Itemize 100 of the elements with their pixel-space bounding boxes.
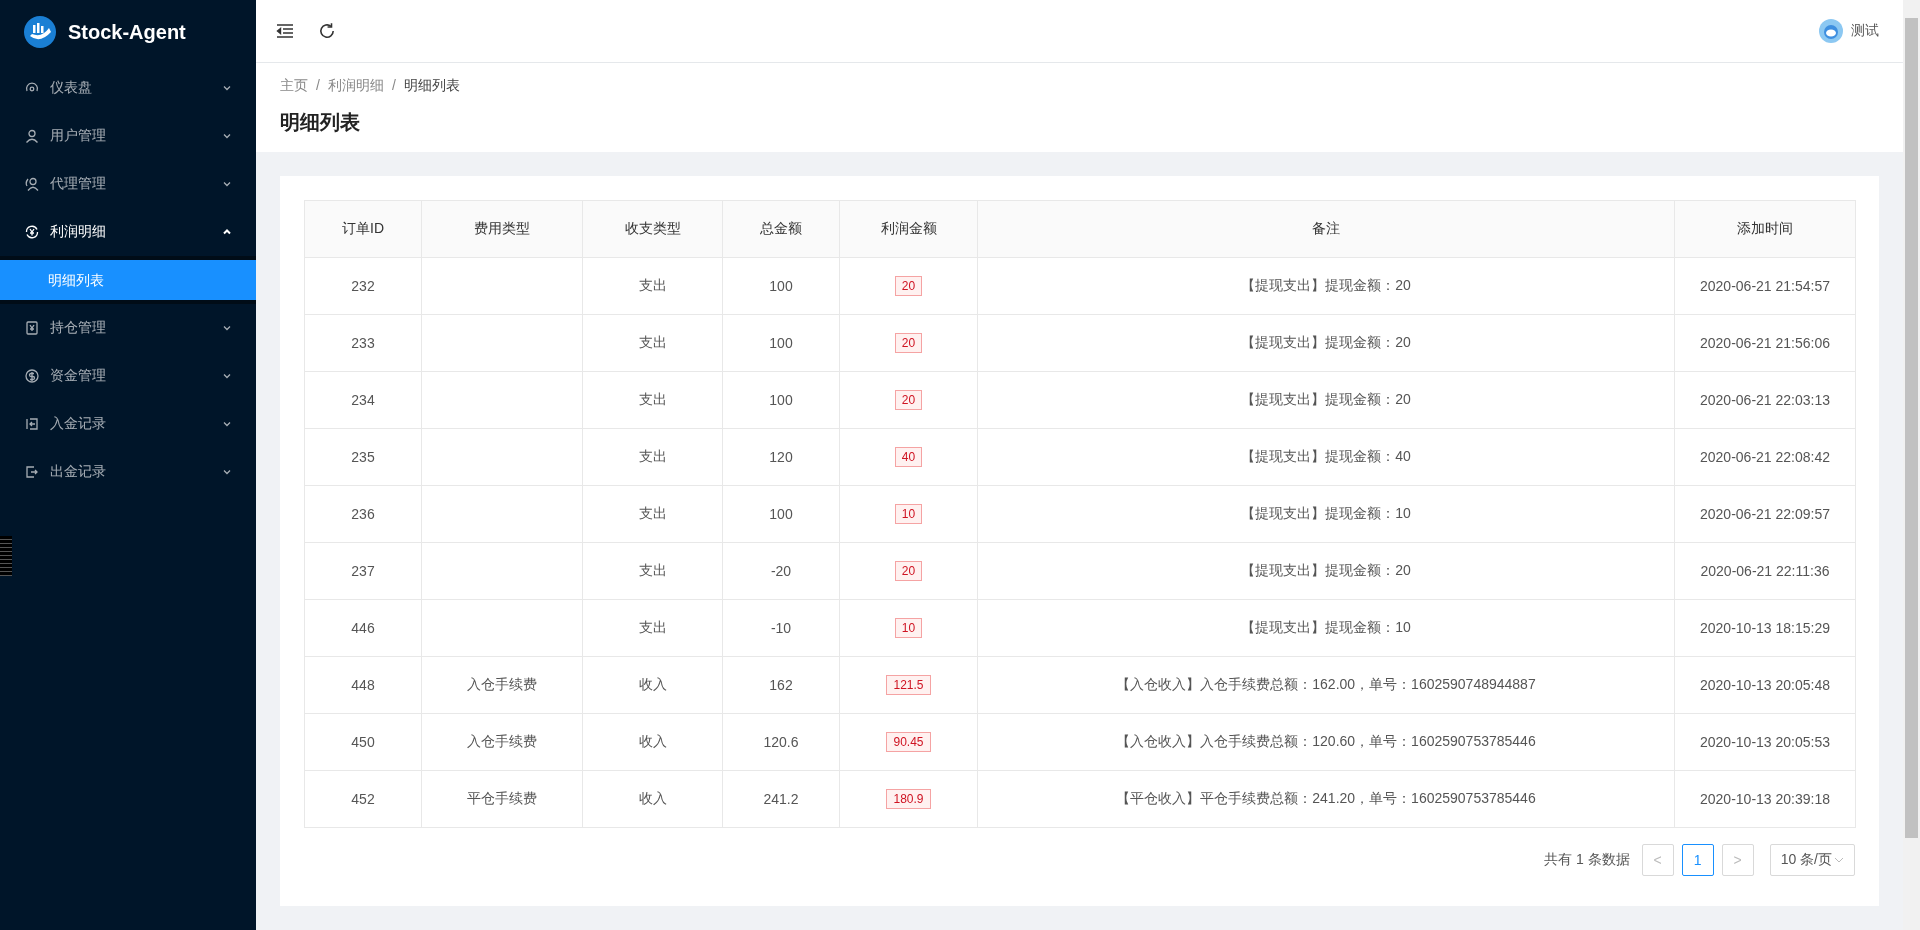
amount-tag: 10: [894, 618, 923, 638]
column-header: 订单ID: [304, 200, 422, 258]
table-cell: 233: [304, 314, 422, 372]
page-title: 明细列表: [280, 110, 361, 135]
sidebar-item[interactable]: 利润明细: [0, 208, 256, 256]
chevron-down-icon: [222, 419, 232, 429]
amount-tag: 20: [894, 276, 923, 296]
breadcrumb-separator: /: [316, 77, 320, 95]
enter-icon: [24, 416, 40, 432]
sidebar-item[interactable]: 资金管理: [0, 352, 256, 400]
logo-icon: [24, 16, 56, 48]
refresh-icon[interactable]: [318, 22, 336, 40]
brand-title: Stock-Agent: [68, 20, 186, 44]
table-cell: 收入: [582, 713, 723, 771]
chevron-down-icon: [222, 83, 232, 93]
table-cell: 支出: [582, 542, 723, 600]
breadcrumb-item: 明细列表: [403, 77, 460, 95]
chevron-down-icon: [222, 371, 232, 381]
table-cell: 2020-10-13 20:05:48: [1674, 656, 1856, 714]
sidebar-item[interactable]: 仪表盘: [0, 64, 256, 112]
table-cell: 162: [722, 656, 840, 714]
yen-cycle-icon: [24, 224, 40, 240]
table-cell: 100: [722, 371, 840, 429]
table-cell: 入仓手续费: [421, 656, 583, 714]
sidebar-item[interactable]: 持仓管理: [0, 304, 256, 352]
table-cell: 【入仓收入】入仓手续费总额：120.60，单号：1602590753785446: [977, 713, 1675, 771]
sidebar-item[interactable]: 用户管理: [0, 112, 256, 160]
table-cell: 100: [722, 257, 840, 315]
menu-fold-icon[interactable]: [276, 22, 294, 40]
chevron-down-icon: [222, 323, 232, 333]
table-cell: 支出: [582, 371, 723, 429]
table-cell: 2020-06-21 21:54:57: [1674, 257, 1856, 315]
table-cell: 2020-10-13 18:15:29: [1674, 599, 1856, 657]
table-cell: 【入仓收入】入仓手续费总额：162.00，单号：1602590748944887: [977, 656, 1675, 714]
table-cell: 收入: [582, 656, 723, 714]
total-count: 共有 1 条数据: [1544, 851, 1630, 869]
scrollbar[interactable]: [1903, 0, 1920, 930]
table-cell: 支出: [582, 599, 723, 657]
table-cell: 235: [304, 428, 422, 486]
amount-tag: 20: [894, 390, 923, 410]
chevron-down-icon: [222, 131, 232, 141]
table-cell: 入仓手续费: [421, 713, 583, 771]
sidebar-item[interactable]: 入金记录: [0, 400, 256, 448]
table-cell: 120.6: [722, 713, 840, 771]
amount-tag: 90.45: [886, 732, 931, 752]
table-cell: 【提现支出】提现金额：20: [977, 257, 1675, 315]
page-size-select[interactable]: 10 条/页: [1769, 844, 1855, 876]
column-header: 备注: [977, 200, 1675, 258]
table-cell: 【提现支出】提现金额：20: [977, 371, 1675, 429]
table-cell: 2020-10-13 20:39:18: [1674, 770, 1856, 828]
table-cell: -10: [722, 599, 840, 657]
table-cell: 450: [304, 713, 422, 771]
table-cell: -20: [722, 542, 840, 600]
table-cell: 234: [304, 371, 422, 429]
sidebar-item[interactable]: 出金记录: [0, 448, 256, 496]
table-cell: 100: [722, 485, 840, 543]
table-cell: 448: [304, 656, 422, 714]
table-cell: 452: [304, 770, 422, 828]
table-cell: 2020-10-13 20:05:53: [1674, 713, 1856, 771]
amount-tag: 20: [894, 561, 923, 581]
amount-tag: 121.5: [886, 675, 931, 695]
user-name[interactable]: 测试: [1851, 22, 1879, 40]
table-cell: 收入: [582, 770, 723, 828]
amount-tag: 10: [894, 504, 923, 524]
shield-icon: [24, 320, 40, 336]
column-header: 收支类型: [582, 200, 723, 258]
users-icon: [24, 176, 40, 192]
table-cell: 【平仓收入】平仓手续费总额：241.20，单号：1602590753785446: [977, 770, 1675, 828]
breadcrumb-separator: /: [391, 77, 396, 95]
table-cell: 2020-06-21 22:09:57: [1674, 485, 1856, 543]
table-cell: 支出: [582, 485, 723, 543]
user-icon: [24, 128, 40, 144]
table-cell: 【提现支出】提现金额：10: [977, 599, 1675, 657]
table-cell: 支出: [582, 428, 723, 486]
breadcrumb-item[interactable]: 主页: [280, 77, 308, 95]
avatar-icon[interactable]: [1819, 19, 1843, 43]
table-cell: 236: [304, 485, 422, 543]
table-cell: 【提现支出】提现金额：10: [977, 485, 1675, 543]
table-cell: 241.2: [722, 770, 840, 828]
breadcrumb-item[interactable]: 利润明细: [327, 77, 384, 95]
dollar-icon: [24, 368, 40, 384]
table-cell: 【提现支出】提现金额：20: [977, 314, 1675, 372]
table-cell: 支出: [582, 257, 723, 315]
drag-handle-icon[interactable]: [0, 536, 12, 576]
table-cell: 2020-06-21 22:03:13: [1674, 371, 1856, 429]
table-cell: 2020-06-21 22:11:36: [1674, 542, 1856, 600]
caret-icon: [1834, 855, 1844, 865]
table-cell: 平仓手续费: [421, 770, 583, 828]
table-cell: 2020-06-21 22:08:42: [1674, 428, 1856, 486]
amount-tag: 20: [894, 333, 923, 353]
amount-tag: 40: [894, 447, 923, 467]
column-header: 总金额: [722, 200, 840, 258]
table-cell: 2020-06-21 21:56:06: [1674, 314, 1856, 372]
table-cell: 支出: [582, 314, 723, 372]
amount-tag: 180.9: [886, 789, 931, 809]
column-header: 利润金额: [839, 200, 978, 258]
table-cell: 237: [304, 542, 422, 600]
table-cell: 446: [304, 599, 422, 657]
table-cell: 120: [722, 428, 840, 486]
sidebar-item[interactable]: 代理管理: [0, 160, 256, 208]
